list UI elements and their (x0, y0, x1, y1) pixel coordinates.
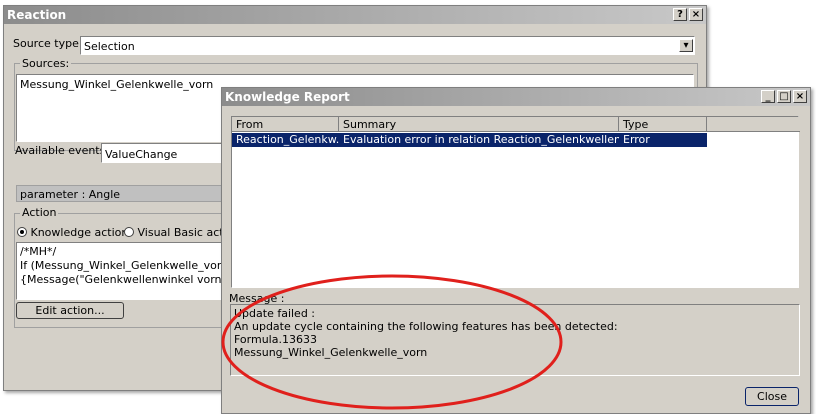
code-line: If (Messung_Winkel_Gelenkwelle_vorn >3 (20, 259, 248, 272)
message-line: Update failed : (234, 307, 316, 320)
source-type-label: Source type: (13, 37, 83, 50)
sources-label: Sources: (20, 57, 72, 70)
close-window-button[interactable]: × (793, 90, 807, 103)
table-cell-type: Error (623, 133, 650, 146)
knowledge-action-label: Knowledge action (30, 226, 129, 239)
message-line: Formula.13633 (234, 333, 317, 346)
report-title: Knowledge Report (225, 90, 350, 104)
knowledge-action-radio[interactable]: Knowledge action (17, 226, 128, 239)
action-label: Action (20, 206, 59, 219)
available-events-value: ValueChange (105, 148, 178, 161)
message-box: Update failed : An update cycle containi… (230, 304, 800, 376)
minimize-button[interactable]: _ (761, 90, 775, 103)
maximize-button[interactable]: □ (777, 90, 791, 103)
column-header-summary[interactable]: Summary (339, 117, 619, 132)
chevron-down-icon[interactable]: ▾ (679, 39, 693, 52)
visual-basic-action-label: Visual Basic actio (137, 226, 234, 239)
help-button[interactable]: ? (673, 8, 687, 21)
code-line: /*MH*/ (20, 245, 57, 258)
source-type-value: Selection (84, 40, 135, 53)
table-cell-summary: Evaluation error in relation Reaction_Ge… (343, 133, 619, 146)
available-events-label: Available events: (15, 144, 110, 157)
radio-unselected-icon (124, 227, 134, 237)
source-type-select[interactable]: Selection ▾ (80, 36, 695, 55)
report-titlebar: Knowledge Report _ □ × (222, 88, 810, 106)
table-cell-from: Reaction_Gelenkw... (236, 133, 339, 146)
parameter-text: parameter : Angle (20, 188, 121, 201)
visual-basic-action-radio[interactable]: Visual Basic actio (124, 226, 233, 239)
message-line: Messung_Winkel_Gelenkwelle_vorn (234, 346, 428, 359)
column-header-type[interactable]: Type (619, 117, 707, 132)
list-item[interactable]: Messung_Winkel_Gelenkwelle_vorn (20, 78, 213, 91)
column-header-from[interactable]: From (232, 117, 339, 132)
message-line: An update cycle containing the following… (234, 320, 618, 333)
reaction-title: Reaction (7, 8, 67, 22)
close-window-button[interactable]: × (689, 8, 703, 21)
reaction-titlebar: Reaction ? × (4, 6, 706, 24)
edit-action-button[interactable]: Edit action... (16, 302, 124, 319)
knowledge-report-window: Knowledge Report _ □ × From Summary Type… (221, 87, 811, 414)
column-header-filler (707, 117, 800, 132)
report-table[interactable]: From Summary Type Reaction_Gelenkw... Ev… (231, 116, 800, 288)
close-button[interactable]: Close (745, 387, 799, 406)
radio-selected-icon (17, 227, 27, 237)
